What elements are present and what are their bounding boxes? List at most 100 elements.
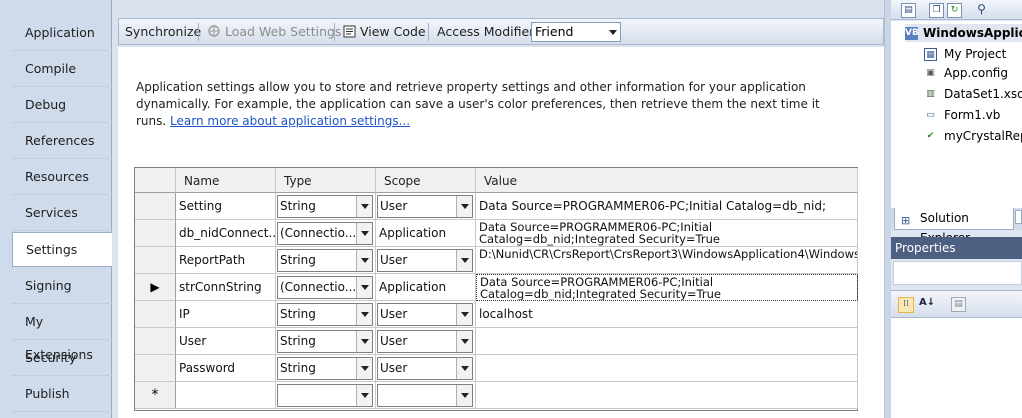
- setting-name-cell[interactable]: ReportPath: [176, 247, 276, 274]
- row-header[interactable]: [135, 220, 176, 247]
- scope-combo[interactable]: User: [377, 330, 473, 353]
- scope-combo[interactable]: User: [377, 357, 473, 380]
- column-header-value[interactable]: Value: [476, 168, 858, 193]
- setting-name-cell[interactable]: Password: [176, 355, 276, 382]
- setting-type-cell[interactable]: String: [276, 247, 376, 274]
- type-dropdown-button[interactable]: [356, 385, 372, 406]
- access-modifier-select[interactable]: Friend: [531, 22, 621, 42]
- row-header[interactable]: [135, 355, 176, 382]
- type-dropdown-button[interactable]: [356, 358, 372, 379]
- setting-scope-cell[interactable]: User: [376, 355, 476, 382]
- setting-value-cell[interactable]: D:\Nunid\CR\CrsReport\CrsReport3\Windows…: [476, 247, 858, 274]
- scope-dropdown-button[interactable]: [456, 385, 472, 406]
- tab-publish[interactable]: Publish: [12, 377, 112, 412]
- scope-combo[interactable]: User: [377, 303, 473, 326]
- setting-name-cell[interactable]: Setting: [176, 193, 276, 220]
- type-dropdown-button[interactable]: [356, 277, 372, 298]
- setting-value-cell[interactable]: localhost: [476, 301, 858, 328]
- project-node[interactable]: VB WindowsApplicat: [905, 24, 1022, 42]
- setting-scope-cell[interactable]: User: [376, 247, 476, 274]
- setting-scope-cell[interactable]: Application: [376, 274, 476, 301]
- synchronize-button[interactable]: Synchronize: [125, 19, 201, 44]
- setting-type-cell[interactable]: (Connectio...: [276, 274, 376, 301]
- new-scope-cell[interactable]: [376, 382, 476, 409]
- tab-services[interactable]: Services: [12, 196, 112, 231]
- type-combo[interactable]: String: [277, 249, 373, 272]
- setting-value-cell[interactable]: [476, 328, 858, 355]
- setting-scope-cell[interactable]: User: [376, 301, 476, 328]
- categorized-icon[interactable]: ⁞⁞: [898, 297, 914, 313]
- setting-scope-cell[interactable]: Application: [376, 220, 476, 247]
- column-header-name[interactable]: Name: [176, 168, 276, 193]
- new-type-cell[interactable]: [276, 382, 376, 409]
- type-dropdown-button[interactable]: [356, 250, 372, 271]
- scope-dropdown-button[interactable]: [456, 304, 472, 325]
- scope-dropdown-button[interactable]: [456, 196, 472, 217]
- setting-scope-cell[interactable]: User: [376, 193, 476, 220]
- scope-dropdown-button[interactable]: [456, 358, 472, 379]
- row-header[interactable]: [135, 247, 176, 274]
- pane-splitter[interactable]: [884, 0, 891, 418]
- learn-more-link[interactable]: Learn more about application settings...: [170, 114, 410, 128]
- setting-name-cell[interactable]: strConnString: [176, 274, 276, 301]
- property-pages-icon[interactable]: ▤: [951, 297, 966, 312]
- column-header-scope[interactable]: Scope: [376, 168, 476, 193]
- setting-value-cell[interactable]: Data Source=PROGRAMMER06-PC;Initial Cata…: [476, 193, 858, 220]
- scope-combo[interactable]: User: [377, 249, 473, 272]
- tab-signing[interactable]: Signing: [12, 269, 112, 304]
- properties-icon[interactable]: ▤: [901, 3, 916, 18]
- row-header-current[interactable]: ▶: [135, 274, 176, 301]
- setting-value-cell[interactable]: [476, 355, 858, 382]
- solution-explorer-tab[interactable]: ⊞ Solution Explorer: [894, 208, 1014, 245]
- row-header-new[interactable]: *: [135, 382, 176, 409]
- type-dropdown-button[interactable]: [356, 304, 372, 325]
- new-value-cell[interactable]: [476, 382, 858, 409]
- row-header[interactable]: [135, 328, 176, 355]
- tab-compile[interactable]: Compile: [12, 52, 112, 87]
- type-combo[interactable]: String: [277, 357, 373, 380]
- row-header[interactable]: [135, 301, 176, 328]
- type-combo[interactable]: String: [277, 195, 373, 218]
- tab-security[interactable]: Security: [12, 341, 112, 376]
- new-name-cell[interactable]: [176, 382, 276, 409]
- setting-type-cell[interactable]: String: [276, 328, 376, 355]
- setting-type-cell[interactable]: (Connectio...: [276, 220, 376, 247]
- setting-value-cell[interactable]: Data Source=PROGRAMMER06-PC;Initial Cata…: [476, 220, 858, 247]
- row-header[interactable]: [135, 193, 176, 220]
- setting-name-cell[interactable]: User: [176, 328, 276, 355]
- type-dropdown-button[interactable]: [356, 196, 372, 217]
- column-header-type[interactable]: Type: [276, 168, 376, 193]
- class-view-tab[interactable]: [1015, 210, 1022, 224]
- tab-application[interactable]: Application: [12, 16, 112, 51]
- class-view-icon[interactable]: ⚲: [975, 3, 988, 16]
- tab-resources[interactable]: Resources: [12, 160, 112, 195]
- refresh-icon[interactable]: ↻: [947, 3, 962, 18]
- load-web-settings-button[interactable]: Load Web Settings: [207, 19, 341, 44]
- type-dropdown-button[interactable]: [356, 223, 372, 244]
- tab-my-extensions[interactable]: My Extensions: [12, 305, 112, 362]
- tab-references[interactable]: References: [12, 124, 112, 159]
- setting-name-cell[interactable]: IP: [176, 301, 276, 328]
- properties-object-selector[interactable]: [893, 261, 1022, 285]
- tab-debug[interactable]: Debug: [12, 88, 112, 123]
- type-dropdown-button[interactable]: [356, 331, 372, 352]
- type-combo[interactable]: String: [277, 330, 373, 353]
- type-combo[interactable]: [277, 384, 373, 407]
- type-combo[interactable]: String: [277, 303, 373, 326]
- tab-settings[interactable]: Settings: [12, 232, 113, 267]
- alphabetical-icon[interactable]: A↓: [919, 297, 935, 310]
- setting-name-cell[interactable]: db_nidConnect...: [176, 220, 276, 247]
- scope-combo[interactable]: [377, 384, 473, 407]
- show-all-files-icon[interactable]: ❐: [929, 3, 944, 18]
- type-combo[interactable]: (Connectio...: [277, 276, 373, 299]
- setting-type-cell[interactable]: String: [276, 193, 376, 220]
- setting-scope-cell[interactable]: User: [376, 328, 476, 355]
- scope-combo[interactable]: User: [377, 195, 473, 218]
- setting-type-cell[interactable]: String: [276, 301, 376, 328]
- view-code-button[interactable]: View Code: [343, 19, 426, 44]
- type-combo[interactable]: (Connectio...: [277, 222, 373, 245]
- scope-dropdown-button[interactable]: [456, 331, 472, 352]
- scope-dropdown-button[interactable]: [456, 250, 472, 271]
- setting-type-cell[interactable]: String: [276, 355, 376, 382]
- setting-value-cell[interactable]: Data Source=PROGRAMMER06-PC;Initial Cata…: [476, 274, 858, 301]
